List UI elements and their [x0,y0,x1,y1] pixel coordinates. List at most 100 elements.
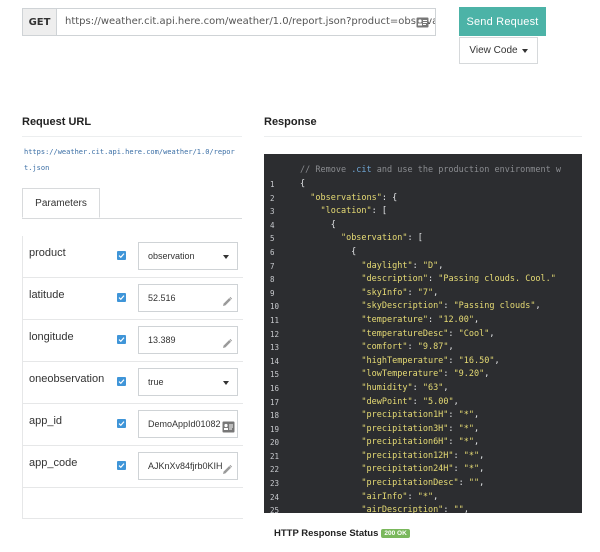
param-value: AJKnXv84fjrb0KIH [148,461,223,471]
comment-suffix: and use the production environment w [371,165,562,175]
code-text: "humidity": "63", [361,382,449,393]
param-value: true [148,377,164,387]
line-number: 7 [270,261,275,271]
code-line: 19 "precipitation3H": "*", [264,423,582,437]
line-number: 12 [270,329,280,339]
code-text: "dewPoint": "5.00", [361,396,459,407]
param-value: 52.516 [148,293,176,303]
line-number: 22 [270,465,280,475]
line-number: 1 [270,180,275,189]
http-method-label[interactable]: GET [22,8,56,36]
param-value-input[interactable]: AJKnXv84fjrb0KIH [138,452,238,480]
code-line: 25 "airDescription": "", [264,504,582,513]
pencil-icon[interactable] [221,460,233,474]
code-text: "airInfo": "*", [361,491,439,502]
line-number: 6 [270,247,275,257]
code-line: 1{ [264,178,582,192]
comment-highlight: .cit [351,165,372,175]
checkmark-icon [118,463,125,469]
code-text: { [300,219,336,230]
code-line: 5 "observation": [ [264,232,582,246]
param-row-latitude: latitude 52.516 [23,278,243,320]
param-row-app-code: app_code AJKnXv84fjrb0KIH [23,446,243,488]
tab-parameters[interactable]: Parameters [22,188,100,218]
code-text: "temperature": "12.00", [361,314,480,325]
code-text: "precipitationDesc": "", [361,478,485,489]
line-number: 15 [270,370,280,380]
line-number: 25 [270,506,280,513]
code-text: "observations": { [310,192,398,203]
param-value-select[interactable]: true [138,368,238,396]
param-enabled-checkbox[interactable] [117,293,126,302]
param-enabled-checkbox[interactable] [117,377,126,386]
response-code-viewer[interactable]: // Remove .cit and use the production en… [264,154,582,513]
code-text: "comfort": "9.87", [361,342,454,353]
chevron-down-icon [521,48,528,53]
param-name: latitude [29,289,65,301]
code-text: { [300,179,306,189]
send-request-button[interactable]: Send Request [459,7,546,36]
request-url-input[interactable]: https://weather.cit.api.here.com/weather… [56,8,436,36]
param-value-input[interactable]: 13.389 [138,326,238,354]
line-number: 24 [270,492,280,502]
code-line: 14 "highTemperature": "16.50", [264,355,582,369]
code-text: "daylight": "D", [361,260,444,271]
parameters-table: product observation latitude 52.516 longitud… [22,236,243,519]
param-enabled-checkbox[interactable] [117,335,126,344]
code-text: "lowTemperature": "9.20", [361,369,490,380]
pencil-icon[interactable] [221,334,233,348]
line-number: 14 [270,356,280,366]
line-number: 19 [270,424,280,434]
code-text: { [300,246,357,257]
code-line: 4 { [264,219,582,233]
code-line: 22 "precipitation24H": "*", [264,463,582,477]
param-tabs: Parameters [22,188,242,219]
code-line: 16 "humidity": "63", [264,382,582,396]
code-text: "description": "Passing clouds. Cool." [361,274,556,285]
code-text: "precipitation24H": "*", [361,464,485,475]
code-line: 13 "comfort": "9.87", [264,341,582,355]
code-text: "precipitation1H": "*", [361,410,480,421]
code-line: 8 "description": "Passing clouds. Cool." [264,273,582,287]
parameters-footer [23,488,243,519]
param-row-app-id: app_id DemoAppId01082 [23,404,243,446]
checkmark-icon [118,253,125,259]
status-badge: 200 OK [381,529,410,538]
contact-card-icon[interactable] [416,16,429,29]
view-code-label: View Code [469,45,518,56]
param-enabled-checkbox[interactable] [117,419,126,428]
code-line: 6 { [264,246,582,260]
line-number: 3 [270,207,275,217]
code-lines: 1{2 "observations": {3 "location": [4 {5… [264,178,582,513]
line-number: 20 [270,438,280,448]
param-enabled-checkbox[interactable] [117,251,126,260]
code-text: "observation": [ [340,233,423,244]
contact-card-icon[interactable] [222,418,235,433]
param-value: 13.389 [148,335,176,345]
chevron-down-icon [223,255,229,259]
param-value: observation [148,251,195,261]
code-text: "skyDescription": "Passing clouds", [361,301,541,312]
code-line: 11 "temperature": "12.00", [264,314,582,328]
param-enabled-checkbox[interactable] [117,461,126,470]
checkmark-icon [118,379,125,385]
code-text: "airDescription": "", [361,505,469,513]
code-text: "precipitation12H": "*", [361,450,485,461]
line-number: 17 [270,397,280,407]
param-name: longitude [29,331,74,343]
code-line: 20 "precipitation6H": "*", [264,436,582,450]
param-row-product: product observation [23,236,243,278]
view-code-dropdown[interactable]: View Code [459,37,538,64]
request-url-panel: https://weather.cit.api.here.com/weather… [22,136,243,519]
checkmark-icon [118,337,125,343]
code-line: 15 "lowTemperature": "9.20", [264,368,582,382]
param-value-input[interactable]: DemoAppId01082 [138,410,238,438]
pencil-icon[interactable] [221,292,233,306]
checkmark-icon [118,295,125,301]
line-number: 9 [270,288,275,298]
line-number: 11 [270,315,280,325]
param-row-oneobservation: oneobservation true [23,362,243,404]
param-value-select[interactable]: observation [138,242,238,270]
line-number: 23 [270,479,280,489]
param-value-input[interactable]: 52.516 [138,284,238,312]
